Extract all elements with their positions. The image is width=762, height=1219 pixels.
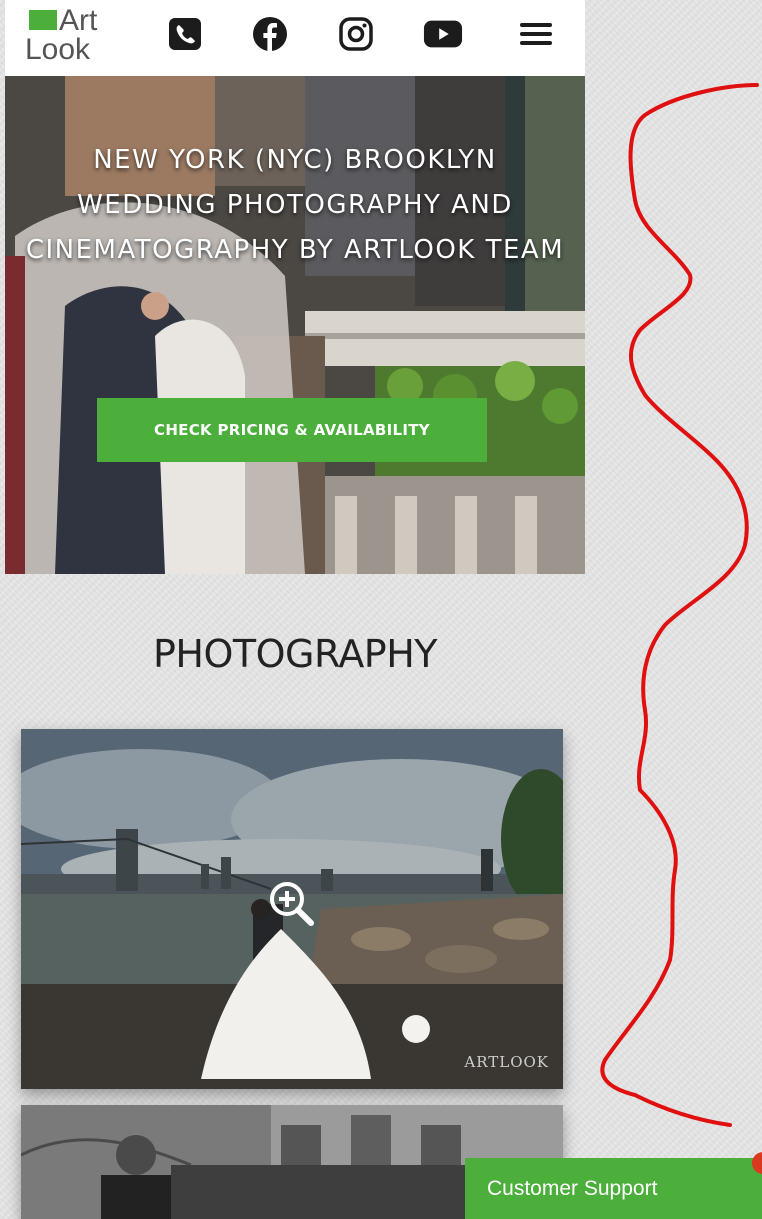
artlook-watermark: ARTLOOK (464, 1053, 549, 1071)
photography-heading: PHOTOGRAPHY (152, 632, 438, 676)
mobile-page: Art Look NEW YORK (NYC) BROOKLYN WEDDING… (5, 0, 585, 1219)
zoom-in-icon[interactable] (267, 879, 317, 929)
customer-support-button[interactable]: Customer Support (465, 1158, 762, 1219)
site-header: Art Look (5, 0, 585, 76)
facebook-icon[interactable] (250, 14, 290, 54)
check-pricing-button[interactable]: CHECK PRICING & AVAILABILITY (97, 398, 487, 462)
logo-text-line1: Art (59, 4, 98, 37)
hero-title: NEW YORK (NYC) BROOKLYN WEDDING PHOTOGRA… (25, 145, 565, 265)
logo-green-block (29, 10, 57, 30)
red-annotation-line (600, 83, 759, 1127)
instagram-icon[interactable] (336, 14, 376, 54)
youtube-icon[interactable] (423, 14, 463, 54)
logo-text-line2: Look (25, 33, 91, 66)
hero-banner: NEW YORK (NYC) BROOKLYN WEDDING PHOTOGRA… (5, 76, 585, 574)
photo-card-bridge-couple[interactable]: ARTLOOK (21, 729, 563, 1089)
artlook-logo[interactable]: Art Look (23, 4, 113, 68)
phone-icon[interactable] (165, 14, 205, 54)
hamburger-menu-icon[interactable] (516, 14, 556, 54)
